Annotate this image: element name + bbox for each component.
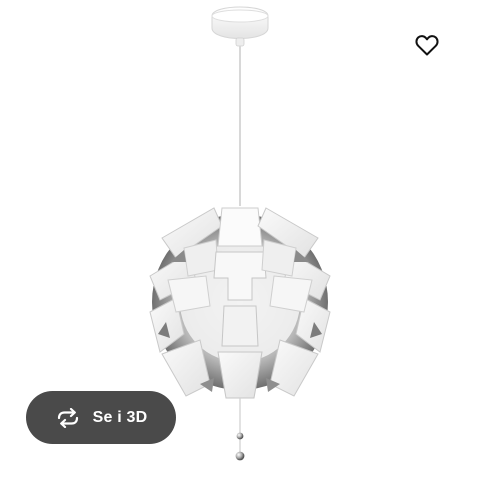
favorite-button[interactable] xyxy=(406,24,448,66)
rotate-3d-icon xyxy=(55,407,81,428)
lamp-shade xyxy=(149,207,331,399)
lamp-pull-cord xyxy=(235,398,245,461)
heart-icon xyxy=(415,34,439,56)
product-gallery: Se i 3D xyxy=(0,0,480,480)
view-3d-label: Se i 3D xyxy=(92,408,148,426)
view-3d-button[interactable]: Se i 3D xyxy=(26,391,176,444)
lamp-canopy xyxy=(211,6,269,47)
